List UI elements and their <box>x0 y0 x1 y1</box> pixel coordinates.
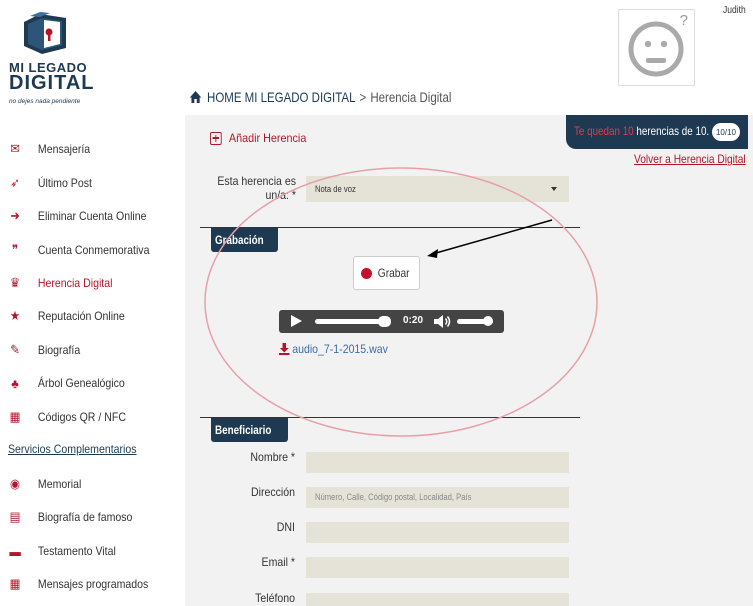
field-placeholder: Número, Calle, Código postal, Localidad,… <box>315 492 472 502</box>
logo-tagline: no dejes nada pendiente <box>9 98 81 105</box>
user-name[interactable]: Judith <box>723 5 746 16</box>
logo[interactable]: MI LEGADO DIGITAL no dejes nada pendient… <box>8 8 128 108</box>
gift-icon: ♛ <box>9 275 21 290</box>
sidebar-item[interactable]: ✉ Mensajería <box>8 137 90 161</box>
breadcrumb-current: Herencia Digital <box>370 89 452 105</box>
paper-plane-icon: ➶ <box>10 175 20 190</box>
breadcrumb: HOME MI LEGADO DIGITAL > Herencia Digita… <box>189 88 451 106</box>
sidebar-item-label: Último Post <box>37 176 92 190</box>
sidebar-item-label: Testamento Vital <box>37 544 116 558</box>
sidebar-item[interactable]: ♛ Herencia Digital <box>8 271 113 295</box>
sidebar-item-label: Herencia Digital <box>37 276 113 290</box>
sidebar: MI LEGADO DIGITAL no dejes nada pendient… <box>0 0 185 606</box>
logo-text-bottom: DIGITAL <box>9 72 95 94</box>
sidebar-item-label: Eliminar Cuenta Online <box>37 209 147 223</box>
audio-file-name: audio_7-1-2015.wav <box>292 342 388 356</box>
home-icon[interactable] <box>189 90 202 104</box>
sidebar-item[interactable]: ★ Reputación Online <box>8 304 125 328</box>
field-label: Nombre * <box>250 450 295 464</box>
envelope-icon: ✉ <box>10 141 20 156</box>
quote-icon: ❞ <box>11 242 19 257</box>
beneficiary-section-title: Beneficiario <box>211 418 288 442</box>
field-input[interactable] <box>306 557 569 578</box>
seek-knob[interactable] <box>377 316 391 327</box>
sidebar-item-label: Biografía <box>37 343 81 357</box>
quota-suffix: herencias de 10. <box>633 124 710 138</box>
quota-banner: Te quedan 10 herencias de 10. 10/10 <box>566 115 748 149</box>
quota-text: Te quedan 10 herencias de 10. <box>574 124 709 138</box>
sidebar-item[interactable]: ▬ Testamento Vital <box>8 539 116 563</box>
sidebar-item[interactable]: ✎ Biografía <box>8 338 80 362</box>
type-label: Esta herencia es un/a: * <box>217 174 296 202</box>
sidebar-item-label: Árbol Genealógico <box>37 376 125 390</box>
seek-bar-fill <box>316 320 385 323</box>
edit-icon: ✎ <box>10 342 20 357</box>
volume-icon[interactable] <box>433 314 451 329</box>
tree-icon: ♣ <box>11 375 19 391</box>
sidebar-item-label: Mensajería <box>37 142 91 156</box>
quota-badge: 10/10 <box>712 123 740 141</box>
newspaper-icon: ▤ <box>9 509 21 524</box>
field-label: DNI <box>276 520 295 534</box>
sidebar-item-label: Cuenta Conmemorativa <box>37 243 150 257</box>
plus-square-icon <box>210 131 222 145</box>
add-herencia-label: Añadir Herencia <box>228 131 307 145</box>
sidebar-item-label: Memorial <box>37 477 82 491</box>
star-icon: ★ <box>9 308 21 323</box>
breadcrumb-home[interactable]: HOME MI LEGADO DIGITAL <box>207 89 355 105</box>
type-select[interactable]: Nota de voz <box>306 176 569 202</box>
audio-file-link[interactable]: audio_7-1-2015.wav <box>279 342 388 356</box>
sidebar-item-label: Códigos QR / NFC <box>37 410 126 424</box>
field-input[interactable]: Número, Calle, Código postal, Localidad,… <box>306 487 569 508</box>
back-to-herencia-link[interactable]: Volver a Herencia Digital <box>634 152 746 166</box>
audio-player: 0:20 <box>279 310 504 333</box>
sidebar-item[interactable]: ▦ Códigos QR / NFC <box>8 405 126 429</box>
add-herencia-button[interactable]: Añadir Herencia <box>210 131 306 145</box>
sidebar-item[interactable]: ♣ Árbol Genealógico <box>8 371 125 395</box>
sidebar-item[interactable]: ➜ Eliminar Cuenta Online <box>8 204 147 228</box>
field-input[interactable] <box>306 593 569 606</box>
volume-slider[interactable] <box>457 316 493 326</box>
play-icon[interactable] <box>291 315 302 327</box>
field-label: Teléfono <box>255 591 295 605</box>
quota-count: 10 <box>622 124 634 138</box>
sidebar-item[interactable]: ➶ Último Post <box>8 171 92 195</box>
record-button-label: Grabar <box>377 266 410 280</box>
download-icon <box>279 343 290 355</box>
sidebar-item[interactable]: ▤ Biografía de famoso <box>8 505 133 529</box>
caret-down-icon <box>551 187 557 191</box>
seek-bar[interactable] <box>315 316 391 327</box>
briefcase-icon: ▬ <box>9 543 21 559</box>
record-dot-icon <box>360 267 372 279</box>
camera-icon: ◉ <box>10 476 21 491</box>
sign-out-icon: ➜ <box>10 208 20 223</box>
recording-section-title: Grabación <box>211 228 279 252</box>
sidebar-item-label: Reputación Online <box>37 309 125 323</box>
playback-time: 0:20 <box>403 315 424 326</box>
calendar-icon: ▦ <box>9 576 21 591</box>
sidebar-item-label: Biografía de famoso <box>37 510 133 524</box>
sidebar-item[interactable]: ▦ Mensajes programados <box>8 572 149 596</box>
avatar[interactable]: ? <box>618 9 695 86</box>
breadcrumb-separator: > <box>359 89 367 105</box>
field-label: Dirección <box>250 485 295 499</box>
sidebar-section-title[interactable]: Servicios Complementarios <box>8 442 137 456</box>
question-mark-icon: ? <box>679 12 688 29</box>
record-button[interactable]: Grabar <box>353 256 420 290</box>
quota-prefix: Te quedan <box>574 124 623 138</box>
field-label: Email * <box>261 555 295 569</box>
field-input[interactable] <box>306 522 569 543</box>
sidebar-item-label: Mensajes programados <box>37 577 149 591</box>
type-select-value: Nota de voz <box>315 184 356 194</box>
volume-knob[interactable] <box>482 316 493 326</box>
sidebar-item[interactable]: ◉ Memorial <box>8 472 81 496</box>
qrcode-icon: ▦ <box>9 409 21 424</box>
books-logo-icon <box>24 12 66 54</box>
field-input[interactable] <box>306 452 569 473</box>
sidebar-item[interactable]: ❞ Cuenta Conmemorativa <box>8 238 149 262</box>
